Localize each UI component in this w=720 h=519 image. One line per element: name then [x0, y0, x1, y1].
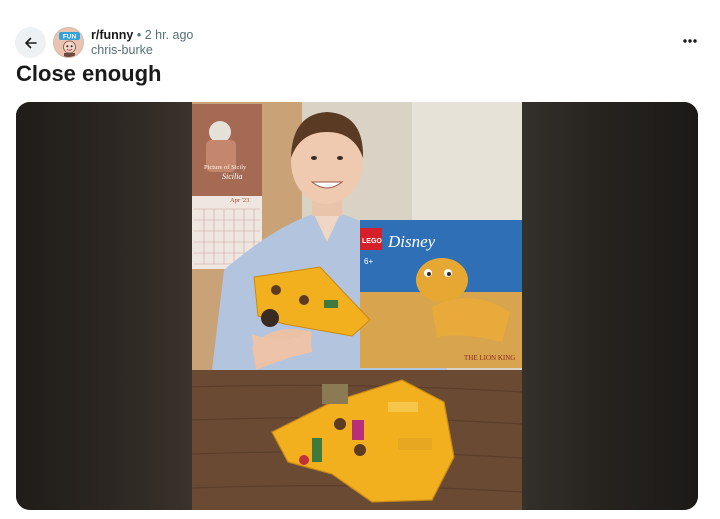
back-button[interactable] — [15, 27, 46, 58]
post-meta: r/funny • 2 hr. ago chris-burke — [91, 28, 193, 58]
calendar-title: Picture of Sicily — [204, 164, 247, 171]
lego-box: LEGO Disney 6+ THE LION KING — [360, 220, 522, 368]
meta-separator: • — [136, 28, 142, 42]
calendar-caption: Sicilia — [222, 172, 242, 181]
post-image: Picture of Sicily Sicilia Apr '23 LEGO D… — [192, 102, 522, 510]
wall-calendar: Picture of Sicily Sicilia Apr '23 — [192, 104, 262, 269]
box-age: 6+ — [364, 257, 373, 266]
calendar-month: Apr '23 — [230, 197, 249, 204]
more-horizontal-icon — [683, 39, 697, 43]
author-link[interactable]: chris-burke — [91, 43, 193, 58]
arrow-left-icon — [24, 37, 37, 48]
media-blur-left — [16, 102, 192, 510]
subreddit-avatar[interactable]: FUN — [53, 27, 84, 58]
box-brand-lego: LEGO — [362, 238, 382, 245]
box-subtitle: THE LION KING — [464, 354, 515, 362]
post-media[interactable]: Picture of Sicily Sicilia Apr '23 LEGO D… — [16, 102, 698, 510]
more-options-button[interactable] — [682, 33, 698, 49]
subreddit-link[interactable]: r/funny — [91, 28, 133, 42]
media-blur-right — [522, 102, 698, 510]
post-title: Close enough — [16, 61, 162, 86]
box-brand-disney: Disney — [387, 232, 436, 251]
avatar-text: FUN — [63, 34, 77, 41]
post-timestamp: 2 hr. ago — [144, 28, 194, 42]
